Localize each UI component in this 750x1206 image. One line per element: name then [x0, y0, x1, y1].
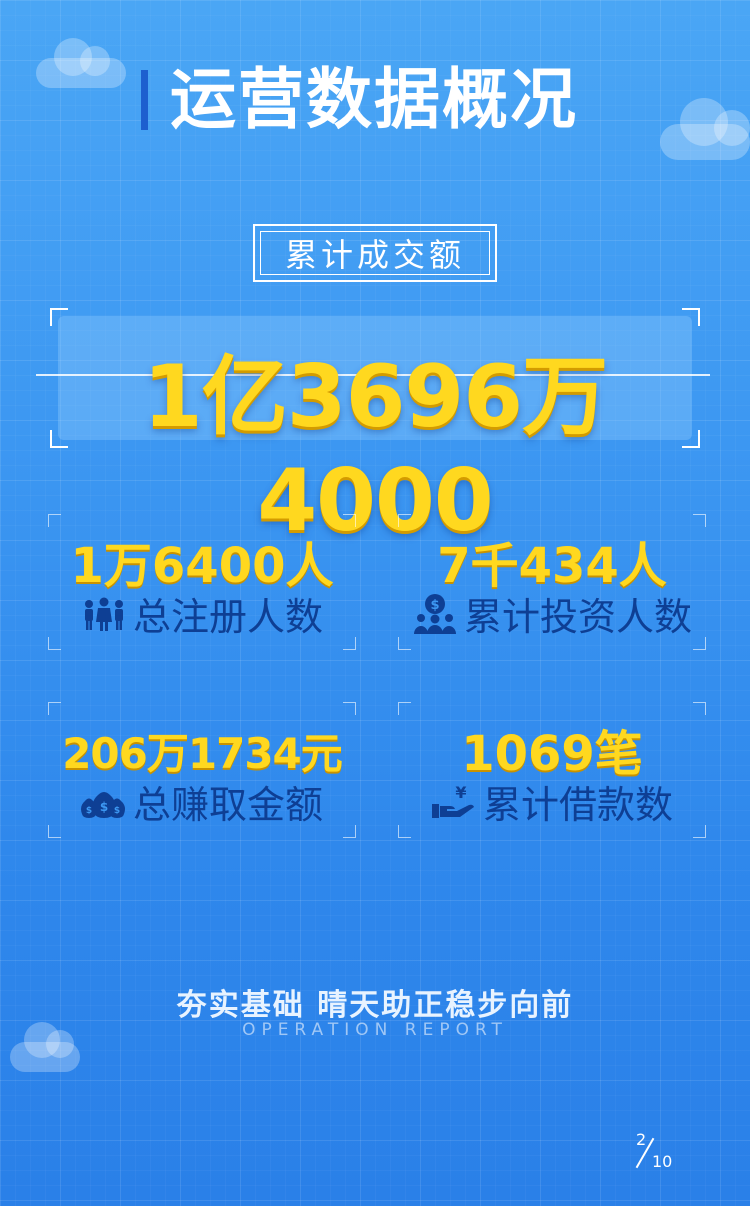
frame-corner	[50, 308, 68, 326]
stat-label-row: $ 累计投资人数	[398, 586, 706, 641]
stat-label: 总注册人数	[132, 595, 323, 639]
stat-total-earnings: 206万1734元 $ $ $ 总赚取金额	[48, 702, 356, 838]
stat-label-row: ¥ 累计借款数	[398, 774, 706, 829]
loan-hand-icon: ¥	[431, 784, 474, 818]
total-label-box: 累计成交额	[253, 224, 497, 282]
stat-label-row: $ $ $ 总赚取金额	[48, 774, 356, 829]
stat-registered-users: 1万6400人 总注册人数	[48, 514, 356, 650]
stat-label-row: 总注册人数	[48, 586, 356, 641]
cloud-decoration-top-left	[36, 38, 126, 88]
stat-label: 累计借款数	[482, 783, 673, 827]
title-accent-bar	[141, 70, 148, 130]
investor-icon: $	[413, 593, 456, 634]
svg-text:$: $	[100, 800, 108, 814]
svg-text:$: $	[86, 806, 92, 816]
stat-loans: 1069笔 ¥ 累计借款数	[398, 702, 706, 838]
money-bag-icon: $ $ $	[80, 791, 125, 818]
page-title: 运营数据概况	[170, 61, 578, 138]
svg-text:¥: ¥	[455, 784, 466, 802]
total-amount-frame: 1亿3696万4000	[36, 308, 710, 551]
slogan: 夯实基础 晴天助正稳步向前	[176, 988, 574, 1023]
people-icon	[84, 597, 123, 631]
card-corner	[343, 702, 356, 715]
stat-label: 总赚取金额	[132, 783, 323, 827]
stat-investors: 7千434人 $ 累计投资人数	[398, 514, 706, 650]
cloud-decoration-top-right	[660, 98, 750, 160]
stat-label: 累计投资人数	[463, 595, 692, 639]
card-corner	[48, 702, 61, 715]
svg-text:$: $	[114, 806, 120, 816]
page-indicator: 2 10	[632, 1130, 682, 1174]
page-current: 2	[636, 1130, 647, 1149]
total-label: 累计成交额	[260, 231, 490, 275]
frame-corner	[682, 308, 700, 326]
svg-text:$: $	[430, 598, 439, 613]
slogan-english: OPERATION REPORT	[242, 1020, 508, 1040]
stat-value: 206万1734元	[62, 729, 343, 778]
page-total: 10	[652, 1152, 673, 1171]
